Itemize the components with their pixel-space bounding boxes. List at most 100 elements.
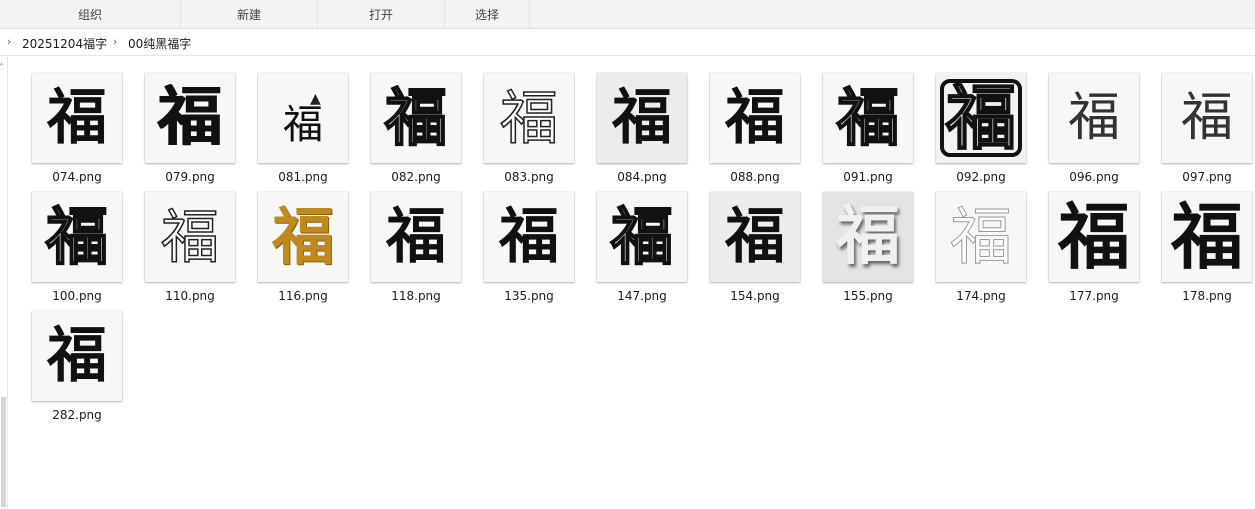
file-thumbnail[interactable]: 福 xyxy=(371,192,461,282)
file-thumbnail[interactable]: 福 ▲ xyxy=(258,73,348,163)
file-thumbnail[interactable]: 福 xyxy=(32,192,122,282)
file-item[interactable]: 福 074.png xyxy=(27,73,127,193)
file-name-label[interactable]: 074.png xyxy=(27,170,127,184)
file-item[interactable]: 福 097.png xyxy=(1157,73,1255,193)
fu-character-image: 福 xyxy=(725,202,785,272)
file-name-label[interactable]: 155.png xyxy=(818,289,918,303)
file-thumbnail[interactable]: 福 xyxy=(258,192,348,282)
breadcrumb-item-parent[interactable]: 20251204福字 xyxy=(22,35,107,52)
scroll-up-icon[interactable]: ˄ xyxy=(0,63,4,74)
file-item[interactable]: 福 100.png xyxy=(27,192,127,312)
file-name-label[interactable]: 110.png xyxy=(140,289,240,303)
bird-icon: ▲ xyxy=(310,91,321,107)
navigation-pane-edge: ˄ xyxy=(0,57,8,509)
file-name-label[interactable]: 097.png xyxy=(1157,170,1255,184)
file-thumbnail[interactable]: 福 xyxy=(936,73,1026,163)
file-thumbnail[interactable]: 福 xyxy=(823,192,913,282)
fu-character-image: 福 xyxy=(836,199,900,274)
fu-character-image: 福 xyxy=(610,200,674,273)
file-item[interactable]: 福 088.png xyxy=(705,73,805,193)
file-thumbnail[interactable]: 福 xyxy=(371,73,461,163)
fu-character-image: 福 xyxy=(1170,194,1243,279)
file-item[interactable]: 福 110.png xyxy=(140,192,240,312)
file-item[interactable]: 福 135.png xyxy=(479,192,579,312)
file-name-label[interactable]: 100.png xyxy=(27,289,127,303)
chevron-right-icon[interactable]: › xyxy=(7,35,11,48)
open-label: 打开 xyxy=(368,7,393,22)
fu-character-image: 福 xyxy=(1180,88,1233,148)
file-name-label[interactable]: 084.png xyxy=(592,170,692,184)
file-thumbnail[interactable]: 福 xyxy=(1162,73,1252,163)
fu-character-image: 福 xyxy=(949,200,1012,273)
file-name-label[interactable]: 083.png xyxy=(479,170,579,184)
file-name-label[interactable]: 118.png xyxy=(366,289,466,303)
file-thumbnail[interactable]: 福 xyxy=(597,73,687,163)
file-name-label[interactable]: 135.png xyxy=(479,289,579,303)
file-thumbnail[interactable]: 福 xyxy=(710,73,800,163)
file-thumbnail[interactable]: 福 xyxy=(823,73,913,163)
file-name-label[interactable]: 082.png xyxy=(366,170,466,184)
file-thumbnail[interactable]: 福 xyxy=(32,311,122,401)
file-item[interactable]: 福 154.png xyxy=(705,192,805,312)
fu-character-image: 福 xyxy=(158,80,222,155)
fu-character-image: 福 xyxy=(47,321,107,391)
organize-label: 组织 xyxy=(77,7,102,22)
file-name-label[interactable]: 079.png xyxy=(140,170,240,184)
file-item[interactable]: 福 282.png xyxy=(27,311,127,431)
file-item[interactable]: 福 174.png xyxy=(931,192,1031,312)
fu-character-image: 福 xyxy=(283,102,323,148)
file-name-label[interactable]: 081.png xyxy=(253,170,353,184)
file-name-label[interactable]: 096.png xyxy=(1044,170,1144,184)
file-item[interactable]: 福 116.png xyxy=(253,192,353,312)
file-thumbnail[interactable]: 福 xyxy=(710,192,800,282)
file-name-label[interactable]: 154.png xyxy=(705,289,805,303)
file-thumbnail[interactable]: 福 xyxy=(1049,73,1139,163)
file-name-label[interactable]: 116.png xyxy=(253,289,353,303)
scrollbar-thumb[interactable] xyxy=(1,397,6,507)
file-name-label[interactable]: 178.png xyxy=(1157,289,1255,303)
toolbar-group-open[interactable]: 打开 xyxy=(318,0,445,28)
file-name-label[interactable]: 282.png xyxy=(27,408,127,422)
file-item[interactable]: 福 118.png xyxy=(366,192,466,312)
file-thumbnail[interactable]: 福 xyxy=(936,192,1026,282)
file-thumbnail[interactable]: 福 xyxy=(145,73,235,163)
breadcrumb-item-current[interactable]: 00纯黑福字 xyxy=(128,35,191,52)
file-name-label[interactable]: 177.png xyxy=(1044,289,1144,303)
file-thumbnail[interactable]: 福 xyxy=(484,192,574,282)
file-name-label[interactable]: 088.png xyxy=(705,170,805,184)
file-name-label[interactable]: 092.png xyxy=(931,170,1031,184)
file-item[interactable]: 福 091.png xyxy=(818,73,918,193)
file-item[interactable]: 福 ▲ 081.png xyxy=(253,73,353,193)
file-thumbnail[interactable]: 福 xyxy=(484,73,574,163)
file-item[interactable]: 福 084.png xyxy=(592,73,692,193)
fu-character-image: 福 xyxy=(47,83,107,153)
file-thumbnail[interactable]: 福 xyxy=(32,73,122,163)
fu-character-image: 福 xyxy=(836,81,900,154)
file-item[interactable]: 福 092.png xyxy=(931,73,1031,193)
file-thumbnail[interactable]: 福 xyxy=(145,192,235,282)
file-item[interactable]: 福 177.png xyxy=(1044,192,1144,312)
file-thumbnail[interactable]: 福 xyxy=(1162,192,1252,282)
toolbar-group-new[interactable]: 新建 xyxy=(181,0,318,28)
file-thumbnail[interactable]: 福 xyxy=(1049,192,1139,282)
file-item[interactable]: 福 178.png xyxy=(1157,192,1255,312)
file-item[interactable]: 福 083.png xyxy=(479,73,579,193)
file-item[interactable]: 福 079.png xyxy=(140,73,240,193)
file-item[interactable]: 福 096.png xyxy=(1044,73,1144,193)
file-thumbnail[interactable]: 福 xyxy=(597,192,687,282)
chevron-right-icon[interactable]: › xyxy=(113,35,117,48)
toolbar-group-select[interactable]: 选择 xyxy=(445,0,530,28)
breadcrumb: › 20251204福字 › 00纯黑福字 xyxy=(0,29,1255,56)
file-item[interactable]: 福 155.png xyxy=(818,192,918,312)
file-name-label[interactable]: 091.png xyxy=(818,170,918,184)
toolbar-group-organize[interactable]: 组织 xyxy=(0,0,181,28)
file-name-label[interactable]: 174.png xyxy=(931,289,1031,303)
fu-character-image: 福 xyxy=(1057,194,1130,279)
fu-character-image: 福 xyxy=(160,203,220,271)
fu-character-image: 福 xyxy=(386,202,446,272)
file-name-label[interactable]: 147.png xyxy=(592,289,692,303)
fu-character-image: 福 xyxy=(384,81,448,154)
file-item[interactable]: 福 147.png xyxy=(592,192,692,312)
fu-character-image: 福 xyxy=(725,83,785,153)
file-item[interactable]: 福 082.png xyxy=(366,73,466,193)
